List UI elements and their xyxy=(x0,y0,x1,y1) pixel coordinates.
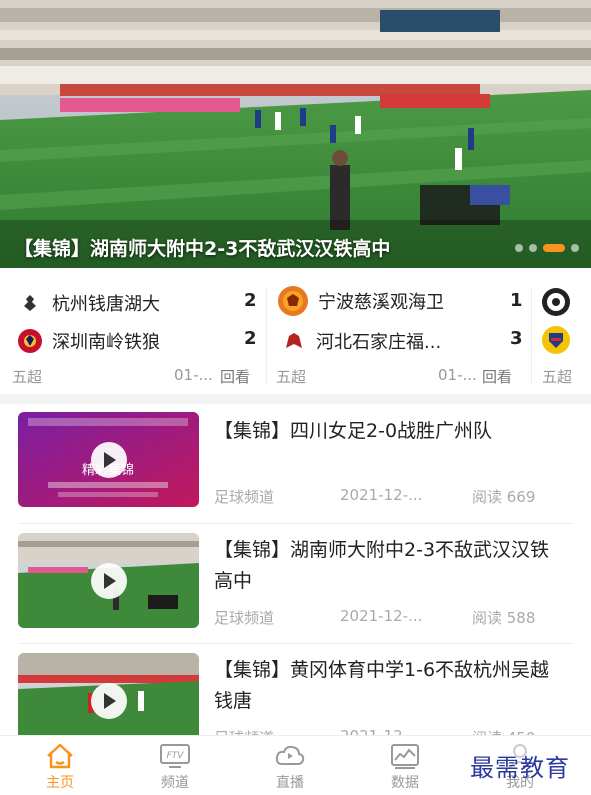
live-cloud-icon xyxy=(275,745,305,765)
hero-caption[interactable]: 【集锦】湖南师大附中2-3不敌武汉汉铁高中 xyxy=(14,234,390,261)
away-team-row: 深圳南岭铁狼 xyxy=(18,326,160,356)
team-name: 杭州钱唐湖大 xyxy=(52,294,160,315)
home-icon xyxy=(47,743,73,769)
horse-crest-icon xyxy=(282,329,306,353)
ftv-icon: FTV xyxy=(160,744,190,768)
news-meta: 足球频道 2021-12-... 阅读 669 xyxy=(214,486,564,507)
news-date: 2021-12-... xyxy=(340,607,423,625)
news-item[interactable]: 【集锦】黄冈体育中学1-6不敌杭州吴越钱唐 足球频道 2021-12-... 阅… xyxy=(0,653,591,735)
news-channel[interactable]: 足球频道 xyxy=(214,727,340,735)
league-label: 五超 xyxy=(12,368,43,386)
section-separator xyxy=(0,394,591,404)
divider xyxy=(18,643,574,644)
news-read-count: 阅读 669 xyxy=(472,488,536,506)
team-name: 河北石家庄福... xyxy=(316,332,442,353)
news-channel[interactable]: 足球频道 xyxy=(214,486,340,507)
shield-crest-icon xyxy=(542,326,570,354)
team-name: 宁波慈溪观海卫 xyxy=(318,292,444,313)
tab-home[interactable]: 主页 xyxy=(20,742,100,795)
ball-crest-icon xyxy=(542,288,570,316)
wolf-crest-icon xyxy=(18,329,42,353)
carousel-dot[interactable] xyxy=(571,244,579,252)
divider xyxy=(531,288,532,384)
carousel-indicator xyxy=(515,244,579,252)
video-thumbnail[interactable] xyxy=(18,533,199,628)
match-scores-strip[interactable]: 杭州钱唐湖大 2 深圳南岭铁狼 2 五超 01-... 回看 宁波慈溪观海卫 1… xyxy=(0,280,591,392)
news-item[interactable]: 精彩集锦 【集锦】四川女足2-0战胜广州队 足球频道 2021-12-... 阅… xyxy=(0,412,591,524)
match-card[interactable]: 宁波慈溪观海卫 1 河北石家庄福... 3 五超 01-... 回看 xyxy=(268,280,530,392)
tab-data[interactable]: 数据 xyxy=(365,742,445,795)
tiger-crest-icon xyxy=(278,286,308,316)
home-team-row: 宁波慈溪观海卫 xyxy=(278,286,444,316)
carousel-dot[interactable] xyxy=(515,244,523,252)
play-icon[interactable] xyxy=(90,562,127,599)
divider xyxy=(266,288,267,384)
news-title[interactable]: 【集锦】黄冈体育中学1-6不敌杭州吴越钱唐 xyxy=(214,655,564,717)
carousel-dot-active[interactable] xyxy=(543,244,565,252)
team-score: 2 xyxy=(244,290,257,311)
news-date: 2021-12-... xyxy=(340,486,423,504)
tab-label: 直播 xyxy=(276,775,304,791)
tab-live[interactable]: 直播 xyxy=(250,742,330,795)
news-read-count: 阅读 450 xyxy=(472,727,535,735)
news-title[interactable]: 【集锦】湖南师大附中2-3不敌武汉汉铁高中 xyxy=(214,535,564,597)
video-thumbnail[interactable]: 精彩集锦 xyxy=(18,412,199,507)
news-item[interactable]: 【集锦】湖南师大附中2-3不敌武汉汉铁高中 足球频道 2021-12-... 阅… xyxy=(0,533,591,645)
news-read-count: 阅读 588 xyxy=(472,609,536,627)
away-team-row: 河北石家庄福... xyxy=(282,326,441,356)
news-meta: 足球频道 2021-12-... 阅读 450 xyxy=(214,727,564,735)
team-score: 3 xyxy=(510,328,523,349)
crest-icon xyxy=(18,291,42,315)
match-card[interactable]: 五超 xyxy=(536,280,591,392)
play-icon[interactable] xyxy=(90,441,127,478)
divider xyxy=(18,523,574,524)
replay-link[interactable]: 回看 xyxy=(220,366,250,387)
tab-label: 主页 xyxy=(46,775,74,791)
carousel-dot[interactable] xyxy=(529,244,537,252)
data-icon xyxy=(391,744,419,769)
tab-channel[interactable]: FTV 频道 xyxy=(135,742,215,795)
match-card[interactable]: 杭州钱唐湖大 2 深圳南岭铁狼 2 五超 01-... 回看 xyxy=(0,280,265,392)
watermark: 最需教育 xyxy=(470,754,570,782)
team-name: 深圳南岭铁狼 xyxy=(52,332,160,353)
match-date: 01-... xyxy=(174,366,213,384)
news-meta: 足球频道 2021-12-... 阅读 588 xyxy=(214,607,564,628)
video-thumbnail[interactable] xyxy=(18,653,199,735)
tab-label: 频道 xyxy=(161,775,189,791)
news-channel[interactable]: 足球频道 xyxy=(214,607,340,628)
hero-image xyxy=(0,0,591,268)
match-date: 01-... xyxy=(438,366,477,384)
play-icon[interactable] xyxy=(90,682,127,719)
team-score: 2 xyxy=(244,328,257,349)
tab-label: 数据 xyxy=(391,775,419,791)
home-team-row: 杭州钱唐湖大 xyxy=(18,288,160,318)
hero-banner[interactable]: 【集锦】湖南师大附中2-3不敌武汉汉铁高中 xyxy=(0,0,591,268)
league-label: 五超 xyxy=(542,368,573,386)
news-title[interactable]: 【集锦】四川女足2-0战胜广州队 xyxy=(214,416,564,447)
replay-link[interactable]: 回看 xyxy=(482,366,512,387)
league-label: 五超 xyxy=(276,368,307,386)
svg-text:FTV: FTV xyxy=(167,751,185,761)
team-score: 1 xyxy=(510,290,523,311)
news-date: 2021-12-... xyxy=(340,727,472,735)
